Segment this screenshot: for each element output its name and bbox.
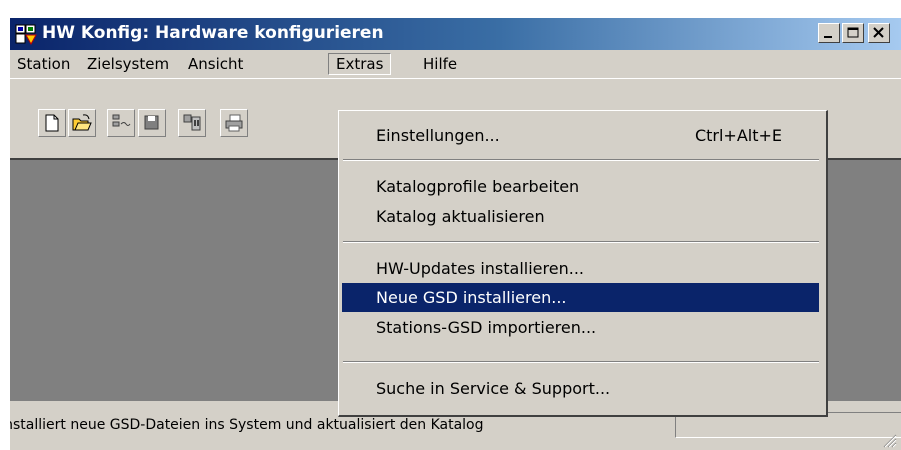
new-button[interactable]: [38, 109, 66, 137]
extras-menu: Einstellungen... Ctrl+Alt+E Katalogprofi…: [338, 110, 828, 417]
resize-grip-icon[interactable]: [881, 432, 897, 448]
maximize-icon: [847, 27, 859, 38]
menu-station[interactable]: Station: [10, 53, 77, 75]
save-icon: [144, 115, 159, 130]
menu-hilfe[interactable]: Hilfe: [416, 53, 464, 75]
menu-ansicht[interactable]: Ansicht: [181, 53, 250, 75]
menu-item-shortcut: Ctrl+Alt+E: [694, 126, 782, 145]
new-icon: [45, 114, 59, 132]
menu-item-katalog-aktualisieren[interactable]: Katalog aktualisieren: [342, 202, 819, 231]
network-button[interactable]: [107, 109, 135, 137]
menu-item-hw-updates[interactable]: HW-Updates installieren...: [342, 254, 819, 283]
open-button[interactable]: [68, 109, 96, 137]
menu-item-stations-gsd[interactable]: Stations-GSD importieren...: [342, 313, 819, 342]
menu-item-katalogprofile[interactable]: Katalogprofile bearbeiten: [342, 172, 819, 201]
menu-extras[interactable]: Extras: [328, 53, 392, 75]
print-button[interactable]: [220, 109, 248, 137]
network-icon: [112, 114, 131, 127]
menu-item-neue-gsd[interactable]: Neue GSD installieren...: [342, 283, 819, 312]
minimize-icon: [824, 36, 832, 38]
print-icon: [225, 114, 243, 132]
menu-item-label: Einstellungen...: [376, 126, 500, 145]
menu-item-service-support[interactable]: Suche in Service & Support...: [342, 374, 819, 403]
menu-item-einstellungen[interactable]: Einstellungen... Ctrl+Alt+E: [342, 121, 819, 150]
save-button[interactable]: [138, 109, 166, 137]
open-icon: [72, 114, 92, 131]
menu-bar: Station Zielsystem Ansicht Extras Hilfe: [10, 50, 901, 78]
menu-zielsystem[interactable]: Zielsystem: [80, 53, 176, 75]
minimize-button[interactable]: [818, 23, 840, 43]
hw-config-icon: [15, 24, 37, 45]
menu-separator: [343, 159, 819, 161]
window-title: HW Konfig: Hardware konfigurieren: [42, 23, 384, 43]
hw-config-window: HW Konfig: Hardware konfigurieren Statio…: [10, 18, 901, 450]
menu-separator: [343, 241, 819, 243]
title-bar[interactable]: HW Konfig: Hardware konfigurieren: [10, 18, 901, 50]
compile-button[interactable]: [178, 109, 206, 137]
compile-icon: [183, 114, 201, 131]
close-icon: [873, 27, 884, 38]
maximize-button[interactable]: [842, 23, 864, 43]
menu-separator: [343, 361, 819, 363]
close-button[interactable]: [868, 23, 890, 43]
